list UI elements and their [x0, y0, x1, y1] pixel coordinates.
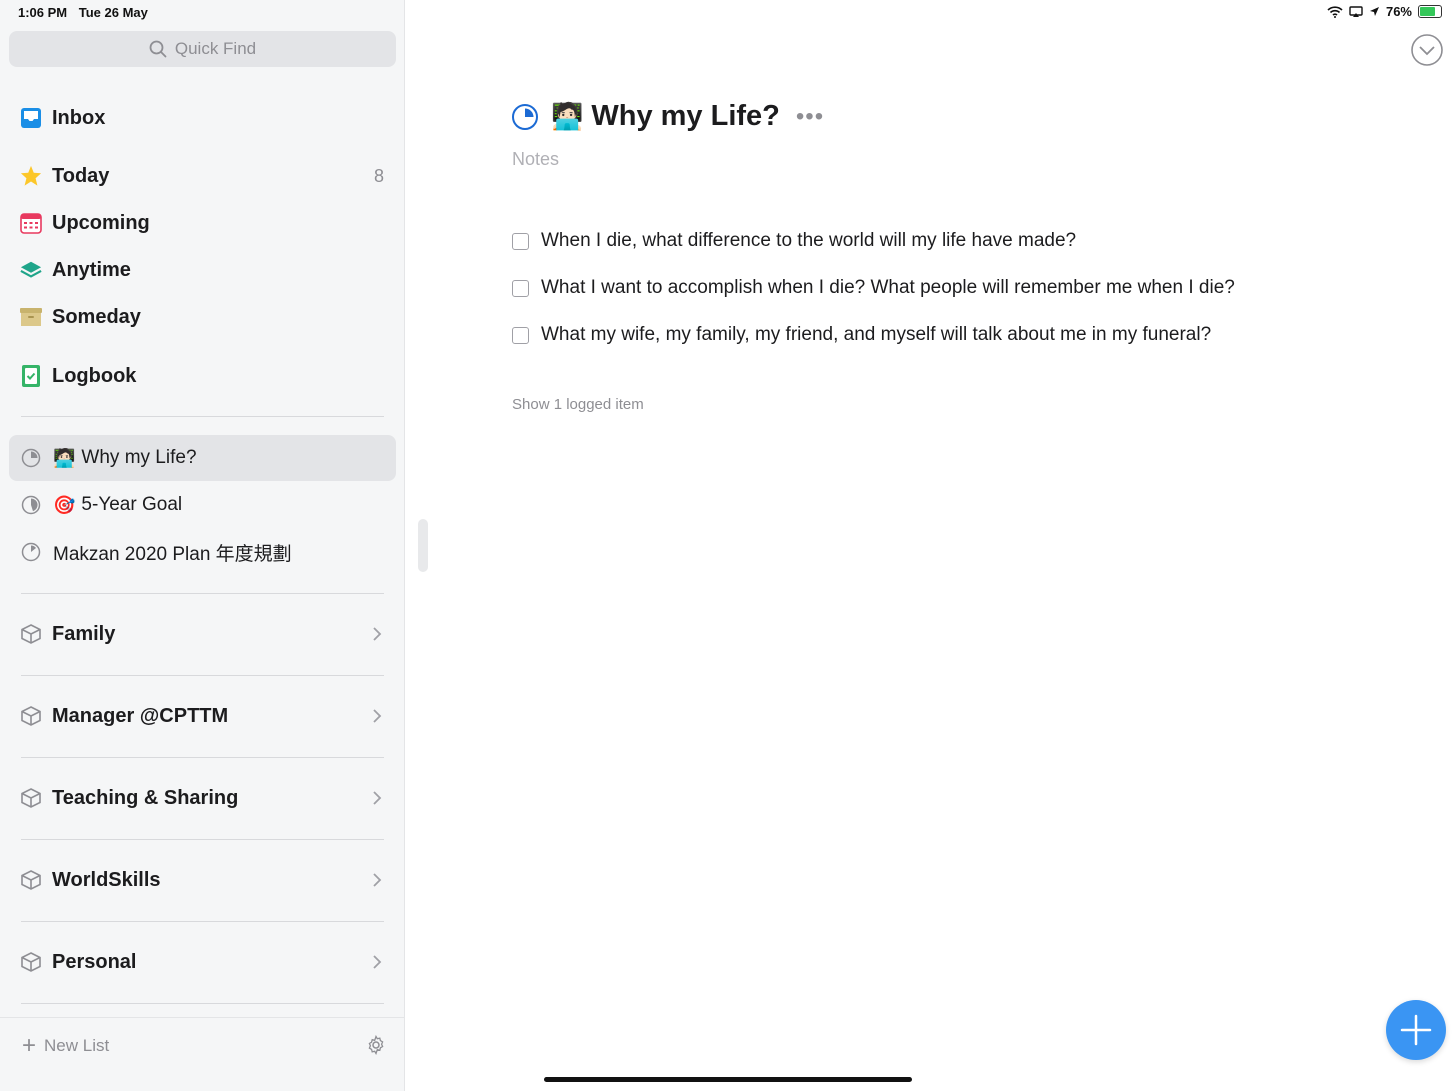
nav-anytime[interactable]: Anytime	[20, 254, 384, 286]
project-progress-icon	[21, 448, 41, 468]
area-label: Teaching & Sharing	[52, 786, 239, 809]
project-emoji: 🎯	[53, 494, 76, 515]
archive-box-icon	[20, 306, 42, 328]
nav-logbook[interactable]: Logbook	[20, 360, 384, 392]
status-time-date: 1:06 PM Tue 26 May	[18, 5, 156, 20]
sidebar-divider	[21, 416, 384, 417]
sidebar: 1:06 PM Tue 26 May Quick Find Inbox Toda…	[0, 0, 405, 1091]
project-label: Makzan 2020 Plan 年度規劃	[53, 543, 292, 565]
chevron-right-icon	[373, 627, 382, 641]
area-cube-icon	[21, 952, 41, 972]
status-date: Tue 26 May	[78, 5, 148, 20]
chevron-right-icon	[373, 791, 382, 805]
airplay-icon	[1349, 5, 1363, 17]
todo-item[interactable]: What my wife, my family, my friend, and …	[512, 324, 1211, 346]
project-progress-icon	[21, 495, 41, 515]
sidebar-divider	[21, 593, 384, 594]
layers-icon	[20, 259, 42, 281]
nav-inbox[interactable]: Inbox	[20, 102, 384, 134]
wifi-icon	[1327, 5, 1343, 18]
inbox-icon	[20, 107, 42, 129]
nav-someday[interactable]: Someday	[20, 301, 384, 333]
search-placeholder: Quick Find	[174, 39, 257, 58]
chevron-right-icon	[373, 709, 382, 723]
star-icon	[20, 165, 42, 187]
nav-anytime-label: Anytime	[52, 258, 131, 281]
page-title[interactable]: Why my Life?	[591, 100, 780, 133]
add-todo-button[interactable]	[1386, 1000, 1446, 1060]
area-label: WorldSkills	[52, 868, 161, 891]
area-cube-icon	[21, 706, 41, 726]
todo-checkbox[interactable]	[512, 232, 529, 250]
calendar-icon	[20, 212, 42, 234]
project-progress-icon	[21, 542, 41, 562]
area-cube-icon	[21, 788, 41, 808]
status-time: 1:06 PM	[18, 5, 68, 20]
nav-today[interactable]: Today 8	[20, 160, 384, 192]
project-label: 5-Year Goal	[81, 494, 183, 515]
todo-checkbox[interactable]	[512, 326, 529, 344]
project-progress-icon[interactable]	[511, 103, 539, 131]
sidebar-divider	[21, 675, 384, 676]
new-list-label: New List	[44, 1036, 110, 1055]
nav-today-label: Today	[52, 164, 110, 187]
todo-item[interactable]: What I want to accomplish when I die? Wh…	[512, 277, 1235, 299]
notes-field[interactable]: Notes	[512, 149, 559, 170]
quick-find-search[interactable]: Quick Find	[9, 31, 396, 67]
project-label: Why my Life?	[81, 447, 197, 468]
area-label: Family	[52, 622, 116, 645]
today-count-badge: 8	[373, 165, 384, 186]
battery-percent: 76%	[1385, 4, 1412, 19]
sidebar-divider	[21, 1003, 384, 1004]
nav-logbook-label: Logbook	[52, 364, 137, 387]
new-list-button[interactable]: + New List	[22, 1034, 109, 1058]
plus-icon	[1400, 1014, 1432, 1046]
todo-title: What my wife, my family, my friend, and …	[541, 324, 1212, 345]
sidebar-footer: + New List	[0, 1017, 404, 1092]
area-cube-icon	[21, 624, 41, 644]
project-makzan-2020-plan[interactable]: Makzan 2020 Plan 年度規劃	[9, 529, 396, 575]
show-logged-items-link[interactable]: Show 1 logged item	[512, 396, 644, 413]
search-icon	[149, 40, 167, 58]
project-header: 🧑🏻‍💻 Why my Life? •••	[511, 100, 824, 133]
todo-title: When I die, what difference to the world…	[541, 230, 1077, 251]
title-emoji: 🧑🏻‍💻	[551, 101, 584, 131]
area-worldskills[interactable]: WorldSkills	[20, 860, 384, 900]
nav-upcoming[interactable]: Upcoming	[20, 207, 384, 239]
todo-title: What I want to accomplish when I die? Wh…	[541, 277, 1235, 298]
todo-item[interactable]: When I die, what difference to the world…	[512, 230, 1076, 252]
todo-checkbox[interactable]	[512, 279, 529, 297]
area-family[interactable]: Family	[20, 614, 384, 654]
chevron-right-icon	[373, 873, 382, 887]
nav-someday-label: Someday	[52, 305, 141, 328]
chevron-down-circle-icon[interactable]	[1410, 33, 1444, 67]
area-teaching-sharing[interactable]: Teaching & Sharing	[20, 778, 384, 818]
sidebar-divider	[21, 757, 384, 758]
location-arrow-icon	[1369, 7, 1379, 16]
logbook-icon	[20, 365, 42, 387]
area-cube-icon	[21, 870, 41, 890]
project-emoji: 🧑🏻‍💻	[53, 447, 76, 468]
chevron-right-icon	[373, 955, 382, 969]
nav-upcoming-label: Upcoming	[52, 211, 150, 234]
gear-icon[interactable]	[366, 1035, 386, 1055]
plus-icon: +	[22, 1032, 37, 1059]
sidebar-divider	[21, 921, 384, 922]
status-bar-right: 76%	[1327, 4, 1442, 19]
project-5-year-goal[interactable]: 🎯 5-Year Goal	[9, 482, 396, 528]
area-label: Personal	[52, 950, 137, 973]
area-label: Manager @CPTTM	[52, 704, 229, 727]
nav-inbox-label: Inbox	[52, 106, 106, 129]
area-personal[interactable]: Personal	[20, 942, 384, 982]
sidebar-divider	[21, 839, 384, 840]
battery-icon	[1418, 5, 1442, 18]
split-view-drag-handle[interactable]	[418, 519, 428, 572]
more-options-button[interactable]: •••	[796, 103, 824, 131]
home-indicator	[544, 1077, 912, 1082]
area-manager-cpttm[interactable]: Manager @CPTTM	[20, 696, 384, 736]
project-why-my-life[interactable]: 🧑🏻‍💻 Why my Life?	[9, 435, 396, 481]
